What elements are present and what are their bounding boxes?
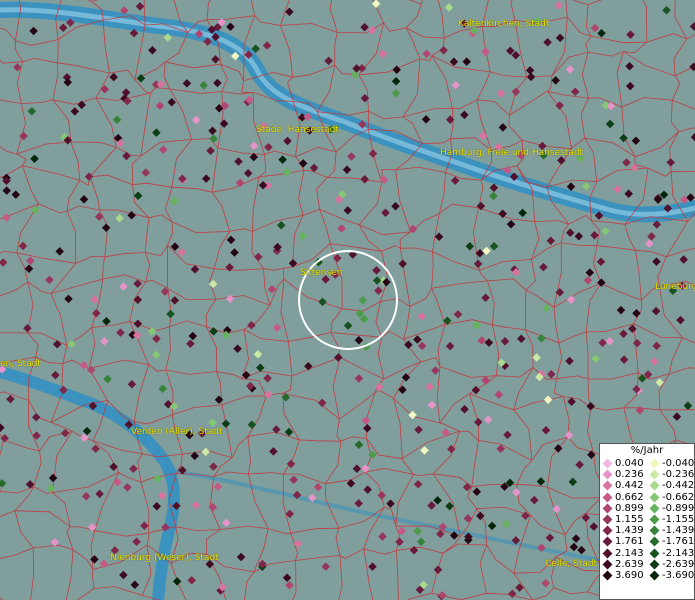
legend-swatch-negative — [649, 570, 660, 581]
legend-swatch-negative — [649, 469, 660, 480]
legend-swatch-positive — [602, 525, 613, 536]
legend-row: 0.662 -0.662 — [600, 492, 694, 503]
legend-swatch-positive — [602, 492, 613, 503]
legend-value-negative: -0.899 — [662, 502, 695, 514]
legend-value-negative: -2.639 — [662, 558, 695, 570]
city-label-nienburg: Nienburg (Weser), Stadt — [110, 553, 219, 563]
legend-row: 0.236 -0.236 — [600, 469, 694, 480]
legend-value-negative: -0.442 — [662, 480, 695, 492]
legend: %/Jahr 0.040 -0.040 0.236 -0.236 0.442 -0.442… — [599, 443, 695, 600]
legend-swatch-negative — [649, 514, 660, 525]
city-label-stade: Stade, Hansestadt — [256, 125, 339, 135]
legend-value-positive: 3.690 — [615, 569, 644, 581]
legend-value-negative: -0.236 — [662, 469, 695, 481]
city-label-verden: Verden (Aller), Stadt — [131, 427, 223, 437]
legend-row: 0.899 -0.899 — [600, 503, 694, 514]
legend-value-negative: -1.439 — [662, 525, 695, 537]
legend-row: 1.155 -1.155 — [600, 514, 694, 525]
city-label-sittensen: Sittensen — [300, 268, 343, 278]
legend-swatch-negative — [649, 480, 660, 491]
legend-swatch-positive — [602, 503, 613, 514]
legend-value-negative: -3.690 — [662, 569, 695, 581]
city-label-kaltenkirchen: Kaltenkirchen, Stadt — [458, 19, 550, 29]
legend-swatch-positive — [602, 559, 613, 570]
legend-swatch-positive — [602, 570, 613, 581]
legend-swatch-negative — [649, 492, 660, 503]
legend-row: 2.143 -2.143 — [600, 548, 694, 559]
legend-row: 2.639 -2.639 — [600, 559, 694, 570]
legend-value-negative: -1.761 — [662, 536, 695, 548]
legend-swatch-positive — [602, 548, 613, 558]
legend-swatch-positive — [602, 458, 613, 469]
legend-value-negative: -2.143 — [662, 547, 695, 559]
legend-value-negative: -0.662 — [662, 491, 695, 503]
city-label-lueneburg: Lüneburg — [655, 282, 695, 292]
legend-value-positive: 0.899 — [615, 502, 644, 514]
legend-title: %/Jahr — [630, 445, 664, 456]
legend-value-negative: -0.040 — [662, 458, 695, 469]
map-canvas[interactable] — [0, 0, 695, 600]
legend-value-positive: 0.442 — [615, 480, 644, 492]
city-label-bremen: en, Stadt — [0, 359, 41, 369]
legend-row: 0.442 -0.442 — [600, 480, 694, 491]
legend-swatch-positive — [602, 536, 613, 547]
legend-value-positive: 0.040 — [615, 458, 644, 469]
legend-value-positive: 0.662 — [615, 491, 644, 503]
legend-value-positive: 2.639 — [615, 558, 644, 570]
legend-value-positive: 2.143 — [615, 547, 644, 559]
legend-row: 3.690 -3.690 — [600, 570, 694, 581]
city-label-celle: Celle, Stadt — [545, 559, 598, 569]
legend-swatch-negative — [649, 548, 660, 558]
city-label-hamburg: Hamburg, Freie und Hansestadt — [440, 148, 584, 158]
legend-swatch-negative — [649, 536, 660, 547]
legend-swatch-negative — [649, 458, 660, 469]
legend-row: 1.761 -1.761 — [600, 536, 694, 547]
legend-value-positive: 0.236 — [615, 469, 644, 481]
legend-row: 0.040 -0.040 — [600, 458, 694, 469]
legend-swatch-positive — [602, 469, 613, 480]
legend-swatch-positive — [602, 480, 613, 491]
legend-swatch-negative — [649, 559, 660, 570]
legend-swatch-negative — [649, 503, 660, 514]
legend-value-positive: 1.439 — [615, 525, 644, 537]
legend-value-negative: -1.155 — [662, 513, 695, 525]
legend-swatch-negative — [649, 525, 660, 536]
legend-swatch-positive — [602, 514, 613, 525]
legend-row: 1.439 -1.439 — [600, 525, 694, 536]
legend-value-positive: 1.761 — [615, 536, 644, 548]
legend-value-positive: 1.155 — [615, 513, 644, 525]
